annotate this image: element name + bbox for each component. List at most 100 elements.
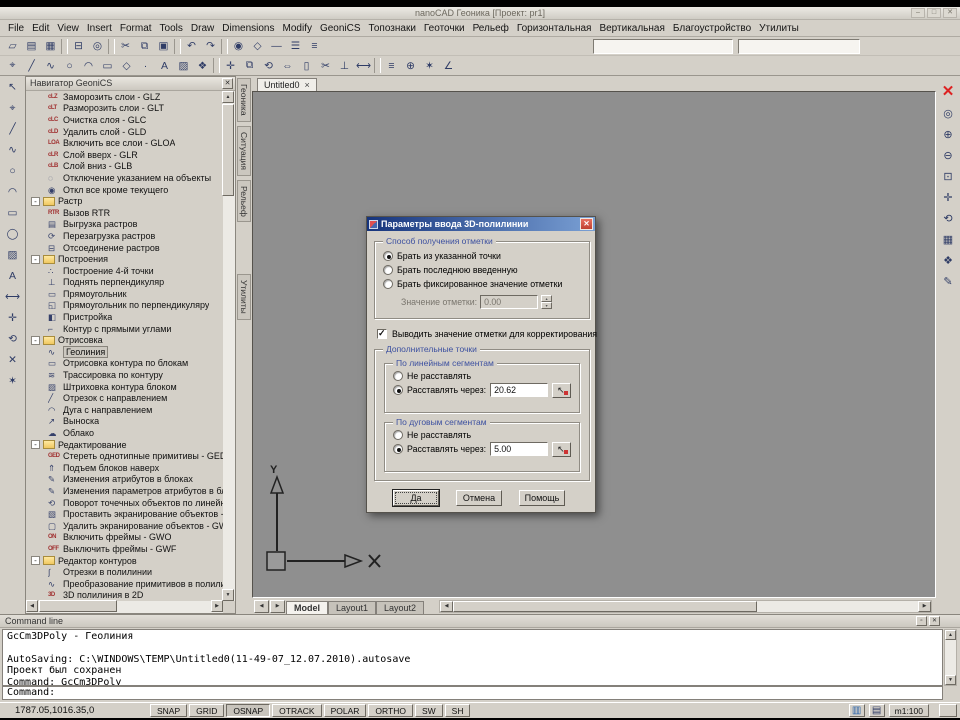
arc-icon[interactable]: ◠ xyxy=(79,57,98,74)
insert-block-icon[interactable]: ⊕ xyxy=(401,57,420,74)
menu-item[interactable]: Draw xyxy=(187,22,218,35)
tree-item[interactable]: - Редактор контуров xyxy=(26,555,223,567)
command-log-scrollbar[interactable] xyxy=(944,629,957,686)
toolbar-combo-1[interactable] xyxy=(593,38,733,54)
redo-icon[interactable]: ↷ xyxy=(201,38,220,55)
status-toggle[interactable]: GRID xyxy=(189,704,225,717)
new-icon[interactable]: ▱ xyxy=(3,38,22,55)
tree-item[interactable]: GED Стереть однотипные примитивы - GED xyxy=(26,450,223,462)
rotate-icon[interactable]: ⟲ xyxy=(3,330,23,348)
notes-icon[interactable]: ▤ xyxy=(868,704,885,717)
scroll-thumb[interactable] xyxy=(39,600,117,612)
tree-item[interactable]: ≋ Трассировка по контуру xyxy=(26,369,223,381)
menu-item[interactable]: Dimensions xyxy=(218,22,278,35)
title-bar[interactable]: nanoCAD Геоника [Проект: pr1] – □ ✕ xyxy=(0,7,960,20)
status-toggle[interactable]: ORTHO xyxy=(368,704,413,717)
separator[interactable] xyxy=(61,38,68,54)
separator[interactable] xyxy=(221,38,228,54)
pan-icon[interactable]: ✛ xyxy=(939,189,957,205)
minimize-button[interactable]: – xyxy=(911,8,925,18)
radio-take-last-entered[interactable]: Брать последнюю введенную xyxy=(375,263,589,277)
status-toggle[interactable]: SNAP xyxy=(150,704,188,717)
hatch-icon[interactable]: ▨ xyxy=(174,57,193,74)
scroll-left-icon[interactable] xyxy=(26,600,38,612)
tab-scroll-right-icon[interactable] xyxy=(270,599,285,613)
explode-icon[interactable]: ✶ xyxy=(3,372,23,390)
color-icon[interactable]: ◇ xyxy=(248,38,267,55)
menu-item[interactable]: Edit xyxy=(28,22,53,35)
tree-item[interactable]: cLC Очистка слоя - GLC xyxy=(26,114,223,126)
tree-item[interactable]: - Редактирование xyxy=(26,439,223,451)
sketch-icon[interactable]: ✎ xyxy=(939,273,957,289)
scroll-up-icon[interactable] xyxy=(222,91,234,103)
layout-tab[interactable]: Model xyxy=(286,600,328,614)
menu-item[interactable]: Рельеф xyxy=(469,22,513,35)
status-toggle[interactable]: OSNAP xyxy=(226,704,271,717)
scale-icon[interactable]: ▯ xyxy=(297,57,316,74)
tree-item[interactable]: ◠ Дуга с направлением xyxy=(26,404,223,416)
snap-icon[interactable]: ⌖ xyxy=(3,57,22,74)
pick-icon[interactable]: ⌖ xyxy=(3,99,23,117)
paste-icon[interactable]: ▣ xyxy=(154,38,173,55)
radio-arc-none[interactable]: Не расставлять xyxy=(385,428,579,442)
scroll-down-icon[interactable] xyxy=(945,675,956,685)
side-tab[interactable]: Рельеф xyxy=(237,179,251,223)
side-tab[interactable]: Ситуация xyxy=(237,125,251,176)
tree-item[interactable]: ↗ Выноска xyxy=(26,416,223,428)
regen-icon[interactable]: ⟲ xyxy=(939,210,957,226)
command-input[interactable]: Command: xyxy=(2,686,943,700)
lineweight-icon[interactable]: ☰ xyxy=(286,38,305,55)
menu-item[interactable]: Вертикальная xyxy=(595,22,668,35)
hatch-icon[interactable]: ▨ xyxy=(3,246,23,264)
move-icon[interactable]: ✛ xyxy=(3,309,23,327)
tree-item[interactable]: ✎ Изменения атрибутов в блоках xyxy=(26,474,223,486)
menu-item[interactable]: Tools xyxy=(156,22,187,35)
grid-icon[interactable]: ▦ xyxy=(939,231,957,247)
stretch-icon[interactable]: ⇔ xyxy=(278,57,297,74)
tree-item[interactable]: ∿ Преобразование примитивов в полилинии xyxy=(26,578,223,590)
menu-item[interactable]: Топознаки xyxy=(365,22,420,35)
line-icon[interactable]: ╱ xyxy=(22,57,41,74)
tree-item[interactable]: ∿ Геолиния xyxy=(26,345,223,358)
tab-scroll-left-icon[interactable] xyxy=(254,599,269,613)
scroll-thumb[interactable] xyxy=(222,104,234,196)
tree-item[interactable]: - Построения xyxy=(26,253,223,265)
tree-item[interactable]: ⊥ Поднять перпендикуляр xyxy=(26,277,223,289)
copy-icon[interactable]: ⧉ xyxy=(135,38,154,55)
tree-item[interactable]: ╱ Отрезок с направлением xyxy=(26,392,223,404)
tree-item[interactable]: ▭ Прямоугольник xyxy=(26,288,223,300)
list-icon[interactable]: ≡ xyxy=(382,57,401,74)
tree-item[interactable]: OFF Выключить фреймы - GWF xyxy=(26,543,223,555)
status-toggle[interactable]: OTRACK xyxy=(272,704,322,717)
tree-item[interactable]: ◧ Пристройка xyxy=(26,311,223,323)
ellipse-icon[interactable]: ◯ xyxy=(3,225,23,243)
scroll-left-icon[interactable] xyxy=(440,600,454,612)
float-panel-icon[interactable]: ▫ xyxy=(916,616,927,626)
toolbar-combo-2[interactable] xyxy=(738,38,860,54)
polyline-icon[interactable]: ∿ xyxy=(41,57,60,74)
open-icon[interactable]: ▤ xyxy=(22,38,41,55)
status-toggle[interactable]: SW xyxy=(414,704,443,717)
arc-icon[interactable]: ◠ xyxy=(3,183,23,201)
menu-item[interactable]: Геоточки xyxy=(420,22,469,35)
scroll-down-icon[interactable] xyxy=(222,589,234,601)
tree-expander-icon[interactable]: - xyxy=(31,440,40,450)
ok-button[interactable]: Да xyxy=(393,490,439,506)
menu-item[interactable]: Format xyxy=(116,22,156,35)
tree-item[interactable]: cLZ Заморозить слои - GLZ xyxy=(26,91,223,103)
zoom-extents-icon[interactable]: ⊡ xyxy=(939,168,957,184)
separator[interactable] xyxy=(108,38,115,54)
zoom-window-icon[interactable]: ◎ xyxy=(939,105,957,121)
tree-item[interactable]: ⊟ Отсоединение растров xyxy=(26,242,223,254)
radio-arc-spacing[interactable]: Расставлять через: 5.00 xyxy=(385,441,579,457)
dialog-title-bar[interactable]: Параметры ввода 3D-полилинии ✕ xyxy=(367,217,595,231)
navigator-vscrollbar[interactable] xyxy=(222,91,235,601)
tree-item[interactable]: cLD Удалить слой - GLD xyxy=(26,126,223,138)
document-tab[interactable]: Untitled0 xyxy=(257,78,317,91)
dialog-close-button[interactable]: ✕ xyxy=(580,218,593,230)
navigator-header[interactable]: Навигатор GeoniCS ✕ xyxy=(26,77,235,91)
explode-icon[interactable]: ✶ xyxy=(420,57,439,74)
select-icon[interactable]: ↖ xyxy=(3,78,23,96)
tree-expander-icon[interactable]: - xyxy=(31,196,40,206)
linear-spacing-field[interactable]: 20.62 xyxy=(490,383,549,397)
